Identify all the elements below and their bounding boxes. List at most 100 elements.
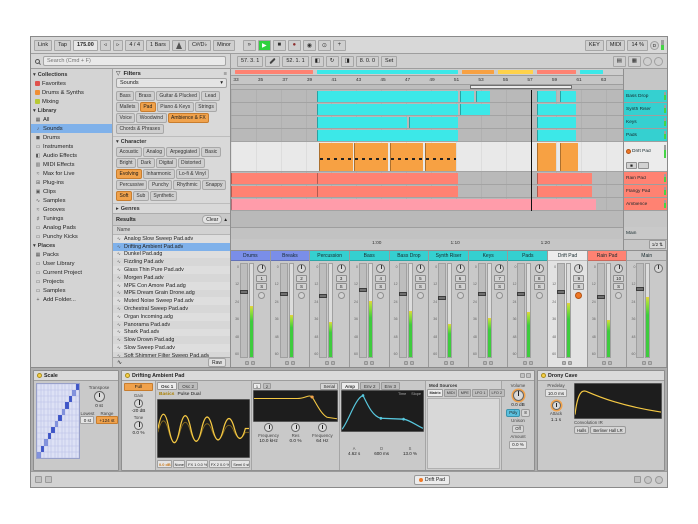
solo-button[interactable]: S <box>375 283 386 290</box>
track-delay-icon[interactable] <box>251 361 255 365</box>
mixer-strip-keys[interactable]: Keys012243648607S <box>469 251 509 367</box>
sends-toggle-icon[interactable] <box>654 57 663 66</box>
track-delay-icon[interactable] <box>529 361 533 365</box>
env-value-s[interactable]: S13.0 % <box>403 446 417 456</box>
result-row[interactable]: ∿Glass Thin Pure Pad.adv <box>113 266 230 274</box>
fader-handle[interactable] <box>280 292 288 296</box>
filter-chip-lead[interactable]: Lead <box>201 91 219 101</box>
track-header-drift-pad[interactable]: Drift Pad■ <box>624 142 667 172</box>
character-header[interactable]: ▾ Character <box>113 136 230 146</box>
result-row[interactable]: ∿Muted Noise Sweep Pad.adv <box>113 297 230 305</box>
filter-chip-lo-fi-vinyl[interactable]: Lo-fi & Vinyl <box>176 169 210 179</box>
track-lane-ambience[interactable] <box>231 198 623 211</box>
range-field[interactable]: +124 st <box>96 416 117 424</box>
sidebar-item-plug-ins[interactable]: ⊞Plug-ins <box>31 178 112 187</box>
clip[interactable] <box>317 104 458 115</box>
solo-button[interactable]: S <box>415 283 426 290</box>
capture-midi-button[interactable]: + <box>333 40 346 51</box>
browser-section-collections[interactable]: ▾Collections <box>31 70 112 79</box>
clip[interactable] <box>317 130 458 141</box>
track-number[interactable]: 2 <box>296 275 307 282</box>
scale-name-menu[interactable]: Minor <box>213 40 235 51</box>
volume-knob[interactable] <box>513 390 524 401</box>
osc-param-field[interactable]: FX 1 0.0 % <box>186 460 208 468</box>
unison-mode-menu[interactable]: Off <box>512 425 524 433</box>
result-row[interactable]: ∿Panorama Pad.adv <box>113 321 230 329</box>
fader-handle[interactable] <box>636 287 644 291</box>
mixer-strip-percussion[interactable]: Percussion012243648603S <box>310 251 350 367</box>
osc-param-field[interactable]: Semi 0 st <box>231 460 250 468</box>
set-locator-button[interactable]: Set <box>381 56 397 67</box>
filter-chip-woodwind[interactable]: Woodwind <box>136 113 166 123</box>
device-on-toggle[interactable] <box>541 373 546 378</box>
ir-attack-knob[interactable] <box>552 401 561 410</box>
lowest-field[interactable]: 0 st <box>80 416 94 424</box>
arm-button[interactable] <box>258 292 265 299</box>
track-number[interactable]: 1 <box>256 275 267 282</box>
filter-chip-basic[interactable]: Basic <box>201 147 220 157</box>
clip[interactable] <box>560 91 576 102</box>
track-io-icon[interactable] <box>562 361 566 365</box>
arm-button[interactable] <box>496 292 503 299</box>
midi-map-button[interactable]: MIDI <box>606 40 626 51</box>
track-io-icon[interactable] <box>523 361 527 365</box>
filter-chip-arpeggiated[interactable]: Arpeggiated <box>166 147 200 157</box>
sidebar-item-midi-effects[interactable]: ▥MIDI Effects <box>31 160 112 169</box>
nudge-down-button[interactable]: ◃ <box>100 40 111 51</box>
result-row[interactable]: ∿MPE Con Amore Pad.adg <box>113 282 230 290</box>
wavetable-display[interactable] <box>157 399 250 458</box>
mixer-strip-drift-pad[interactable]: Drift Pad012243648609S <box>548 251 588 367</box>
search-input[interactable] <box>43 56 226 66</box>
track-header-keys[interactable]: Keys <box>624 116 667 129</box>
fader-handle[interactable] <box>319 294 327 298</box>
fader-handle[interactable] <box>478 292 486 296</box>
track-header-pads[interactable]: Pads <box>624 129 667 142</box>
clip[interactable] <box>319 143 352 171</box>
reverb-title-bar[interactable]: Drony Cave <box>538 371 664 381</box>
pan-knob[interactable] <box>574 264 583 273</box>
track-io-icon[interactable] <box>483 361 487 365</box>
tab-env-3[interactable]: Env 3 <box>381 382 401 390</box>
sidebar-item-samples[interactable]: ∿Samples <box>31 196 112 205</box>
chain-view-icon[interactable] <box>526 373 531 378</box>
volume-fader[interactable] <box>438 263 446 358</box>
arm-icon[interactable] <box>626 149 631 154</box>
mixer-strip-bass-drop[interactable]: Bass Drop012243648605S <box>390 251 430 367</box>
clip[interactable] <box>317 173 458 184</box>
clip[interactable] <box>476 91 490 102</box>
sidebar-item-user-library[interactable]: ▭User Library <box>31 259 112 268</box>
link-button[interactable]: Link <box>34 40 52 51</box>
filter-chip-chords-phrases[interactable]: Chords & Phrases <box>116 124 164 134</box>
filter-chip-percussive[interactable]: Percussive <box>116 180 147 190</box>
result-row[interactable]: ∿Orchestral Sweep Pad.adv <box>113 305 230 313</box>
osc-param-field[interactable]: 0.0 dB <box>157 460 172 468</box>
macro-knob[interactable] <box>134 399 143 408</box>
osc-param-field[interactable]: None <box>173 460 185 468</box>
loop-start-field[interactable]: 52. 1. 1 <box>282 56 308 67</box>
result-row[interactable]: ∿Dunkel Pad.adg <box>113 251 230 259</box>
fader-handle[interactable] <box>557 290 565 294</box>
filter-chip-inharmonic[interactable]: Inharmonic <box>143 169 175 179</box>
filter-chip-bass[interactable]: Bass <box>116 91 134 101</box>
filter-chip-strings[interactable]: Strings <box>195 102 218 112</box>
quantize-menu[interactable]: 1 Bars <box>146 40 170 51</box>
track-number[interactable]: 10 <box>613 275 624 282</box>
clip[interactable] <box>425 143 456 171</box>
tempo-field[interactable]: 175.00 <box>73 40 98 51</box>
wavetable-bank-menu[interactable]: Basics <box>159 392 174 397</box>
clip[interactable] <box>460 91 474 102</box>
wavetable-table-menu[interactable]: Pulse Dual <box>177 392 200 397</box>
sidebar-item-all[interactable]: ▦All <box>31 115 112 124</box>
track-lane-drift-pad[interactable] <box>231 142 623 172</box>
env-value-a[interactable]: A4.62 s <box>348 446 360 456</box>
track-delay-icon[interactable] <box>370 361 374 365</box>
filter-frequency-knob[interactable] <box>264 423 273 432</box>
track-number[interactable]: 9 <box>573 275 584 282</box>
mixer-strip-rain-pad[interactable]: Rain Pad0122436486010S <box>588 251 628 367</box>
collapse-icon[interactable]: ▴ <box>224 217 227 223</box>
clip[interactable] <box>231 199 596 210</box>
filters-edit-icon[interactable]: ≡ <box>224 71 227 77</box>
sidebar-item-punchy-kicks[interactable]: ▭Punchy Kicks <box>31 232 112 241</box>
ir-category-menu[interactable]: Halls <box>574 426 589 434</box>
arm-button[interactable] <box>417 292 424 299</box>
